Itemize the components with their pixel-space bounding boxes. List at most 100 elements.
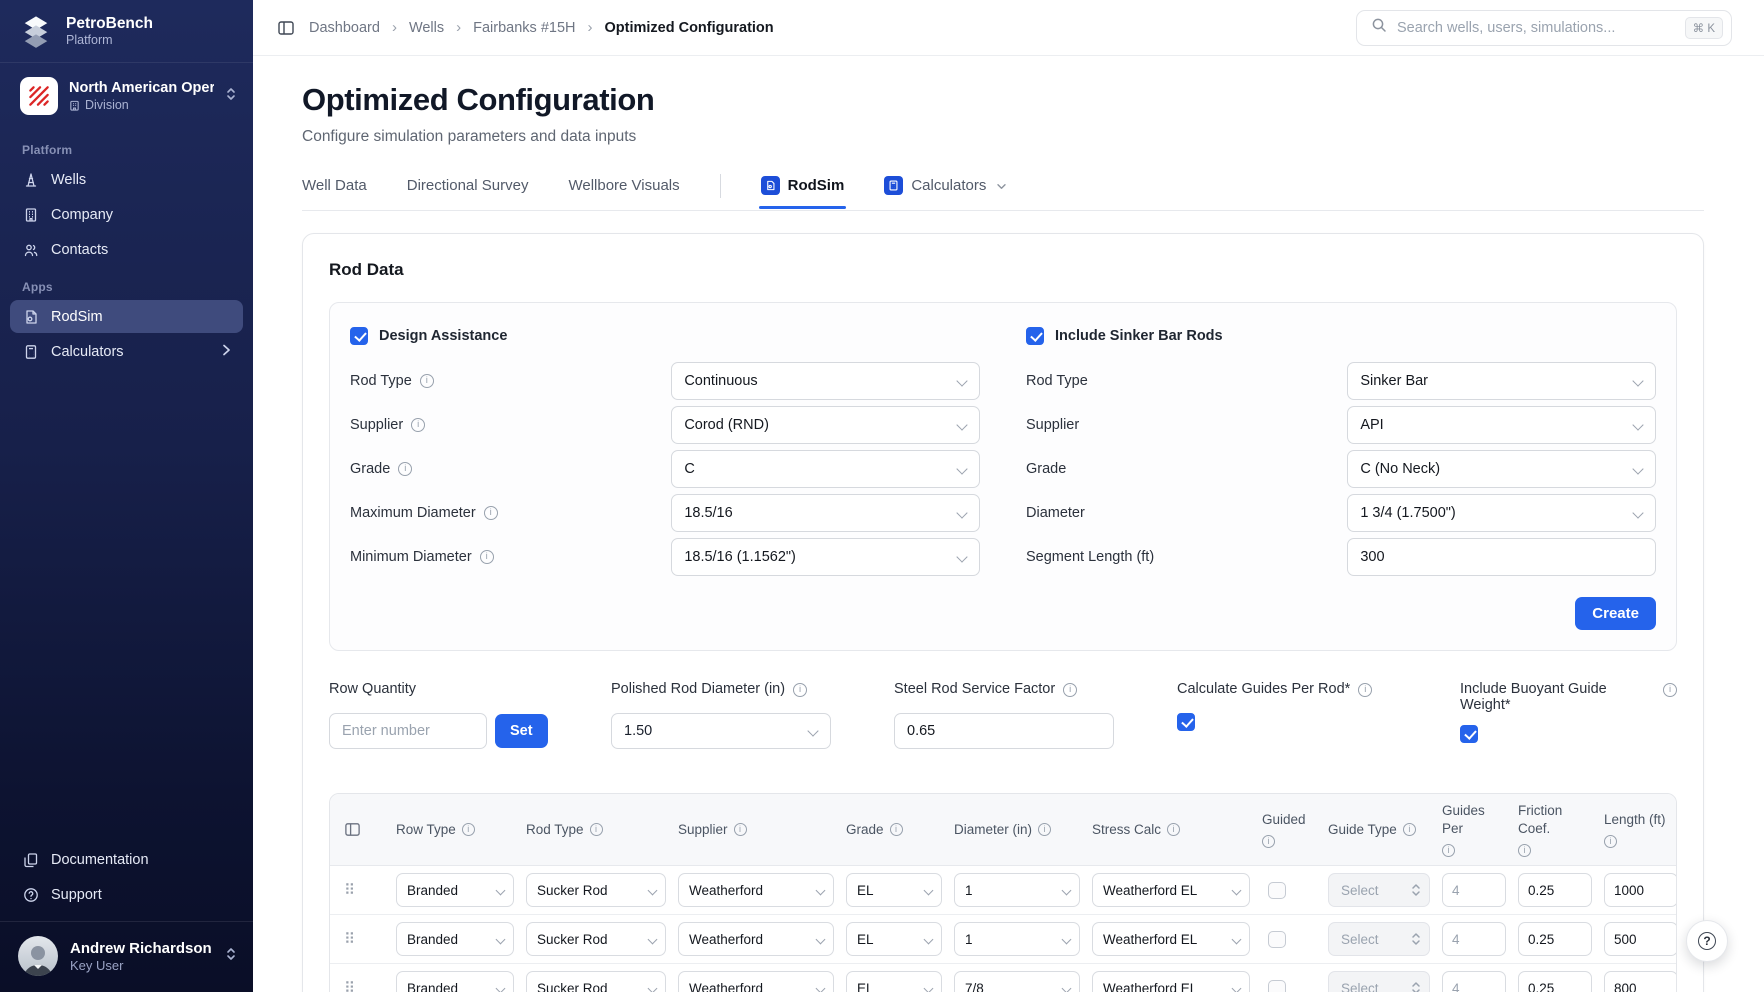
guide-type-select[interactable]: Select: [1328, 922, 1430, 957]
info-icon[interactable]: i: [411, 418, 426, 432]
diameter-select[interactable]: 1: [954, 922, 1080, 957]
include-sinker-bar-rods-checkbox[interactable]: [1026, 327, 1044, 345]
info-icon[interactable]: i: [1167, 823, 1181, 837]
segment-length-input[interactable]: [1360, 549, 1643, 565]
calculate-guides-checkbox[interactable]: [1177, 713, 1195, 731]
keyboard-shortcut-badge: ⌘ K: [1684, 16, 1723, 39]
sinker-grade-select[interactable]: C (No Neck): [1347, 450, 1656, 488]
supplier-select[interactable]: Weatherford: [678, 922, 834, 957]
info-icon[interactable]: i: [1358, 683, 1373, 697]
supplier-select[interactable]: Corod (RND): [671, 406, 980, 444]
create-button[interactable]: Create: [1575, 597, 1656, 630]
sidebar-toggle-icon[interactable]: [277, 19, 295, 37]
user-menu[interactable]: Andrew Richardson Key User: [0, 921, 253, 992]
info-icon[interactable]: i: [1402, 823, 1416, 837]
rod-type-select[interactable]: Continuous: [671, 362, 980, 400]
guides-per-input[interactable]: [1442, 873, 1506, 908]
guided-checkbox[interactable]: [1268, 930, 1286, 948]
org-type: Division: [69, 98, 214, 112]
rod-type-select[interactable]: Sucker Rod: [526, 873, 666, 908]
info-icon[interactable]: i: [1518, 844, 1531, 858]
info-icon[interactable]: i: [483, 506, 498, 520]
info-icon[interactable]: i: [589, 823, 603, 837]
sinker-diameter-select[interactable]: 1 3/4 (1.7500"): [1347, 494, 1656, 532]
info-icon[interactable]: i: [461, 823, 475, 837]
friction-coef-input[interactable]: [1518, 922, 1592, 957]
length-input[interactable]: [1604, 873, 1676, 908]
tab-directional-survey[interactable]: Directional Survey: [407, 177, 529, 207]
info-icon[interactable]: i: [1604, 835, 1617, 849]
tab-well-data[interactable]: Well Data: [302, 177, 367, 207]
sinker-rod-type-select[interactable]: Sinker Bar: [1347, 362, 1656, 400]
grade-select[interactable]: EL: [846, 971, 942, 992]
row-type-select[interactable]: Branded: [396, 922, 514, 957]
tab-rodsim[interactable]: RodSim: [758, 176, 846, 209]
rod-type-select[interactable]: Sucker Rod: [526, 922, 666, 957]
steel-rod-service-factor-input[interactable]: [894, 713, 1114, 749]
help-button[interactable]: ?: [1686, 920, 1728, 962]
info-icon[interactable]: i: [733, 823, 747, 837]
sidebar-item-rodsim[interactable]: RodSim: [10, 300, 243, 333]
length-input[interactable]: [1604, 971, 1676, 992]
breadcrumb-dashboard[interactable]: Dashboard: [309, 20, 380, 36]
info-icon[interactable]: i: [1038, 823, 1052, 837]
guide-type-select[interactable]: Select: [1328, 971, 1430, 992]
supplier-select[interactable]: Weatherford: [678, 971, 834, 992]
sidebar-item-calculators[interactable]: Calculators: [10, 335, 243, 369]
sidebar-item-company[interactable]: Company: [10, 198, 243, 231]
stress-calc-select[interactable]: Weatherford EL: [1092, 971, 1250, 992]
diameter-select[interactable]: 7/8: [954, 971, 1080, 992]
info-icon[interactable]: i: [1442, 844, 1455, 858]
sidebar-item-documentation[interactable]: Documentation: [10, 843, 243, 876]
info-icon[interactable]: i: [1663, 683, 1677, 697]
minimum-diameter-select[interactable]: 18.5/16 (1.1562"): [671, 538, 980, 576]
search-input[interactable]: [1397, 19, 1675, 36]
info-icon[interactable]: i: [793, 683, 808, 697]
maximum-diameter-select[interactable]: 18.5/16: [671, 494, 980, 532]
rod-type-select[interactable]: Sucker Rod: [526, 971, 666, 992]
info-icon[interactable]: i: [398, 462, 413, 476]
grade-select[interactable]: EL: [846, 922, 942, 957]
set-button[interactable]: Set: [495, 714, 548, 748]
diameter-select[interactable]: 1: [954, 873, 1080, 908]
row-type-select[interactable]: Branded: [396, 873, 514, 908]
tab-wellbore-visuals[interactable]: Wellbore Visuals: [568, 177, 679, 207]
row-quantity-input[interactable]: [329, 713, 487, 749]
guided-checkbox[interactable]: [1268, 979, 1286, 992]
row-type-select[interactable]: Branded: [396, 971, 514, 992]
breadcrumb-wells[interactable]: Wells: [409, 20, 444, 36]
drag-handle-icon[interactable]: ⠿: [344, 932, 384, 947]
buoyant-guide-weight-checkbox[interactable]: [1460, 725, 1478, 743]
supplier-select[interactable]: Weatherford: [678, 873, 834, 908]
table-columns-icon[interactable]: [344, 821, 384, 838]
sinker-supplier-select[interactable]: API: [1347, 406, 1656, 444]
info-icon[interactable]: i: [1063, 683, 1078, 697]
stress-calc-select[interactable]: Weatherford EL: [1092, 922, 1250, 957]
info-icon[interactable]: i: [419, 374, 434, 388]
stress-calc-select[interactable]: Weatherford EL: [1092, 873, 1250, 908]
sidebar-item-support[interactable]: Support: [10, 878, 243, 911]
sidebar-item-wells[interactable]: Wells: [10, 163, 243, 196]
grade-select[interactable]: EL: [846, 873, 942, 908]
info-icon[interactable]: i: [889, 823, 903, 837]
grade-select[interactable]: C: [671, 450, 980, 488]
polished-rod-diameter-select[interactable]: 1.50: [611, 713, 831, 749]
info-icon[interactable]: i: [1262, 835, 1275, 849]
info-icon[interactable]: i: [479, 550, 494, 564]
drag-handle-icon[interactable]: ⠿: [344, 981, 384, 992]
tab-calculators[interactable]: Calculators: [884, 176, 1007, 208]
drag-handle-icon[interactable]: ⠿: [344, 883, 384, 898]
org-selector[interactable]: North American Opera Division: [0, 63, 253, 129]
guides-per-input[interactable]: [1442, 922, 1506, 957]
breadcrumb-well[interactable]: Fairbanks #15H: [473, 20, 575, 36]
global-search[interactable]: ⌘ K: [1356, 9, 1732, 46]
guided-checkbox[interactable]: [1268, 881, 1286, 899]
length-input[interactable]: [1604, 922, 1676, 957]
minimum-diameter-label: Minimum Diameter i: [350, 549, 671, 565]
friction-coef-input[interactable]: [1518, 971, 1592, 992]
design-assistance-checkbox[interactable]: [350, 327, 368, 345]
guides-per-input[interactable]: [1442, 971, 1506, 992]
sidebar-item-contacts[interactable]: Contacts: [10, 233, 243, 266]
guide-type-select[interactable]: Select: [1328, 873, 1430, 908]
friction-coef-input[interactable]: [1518, 873, 1592, 908]
